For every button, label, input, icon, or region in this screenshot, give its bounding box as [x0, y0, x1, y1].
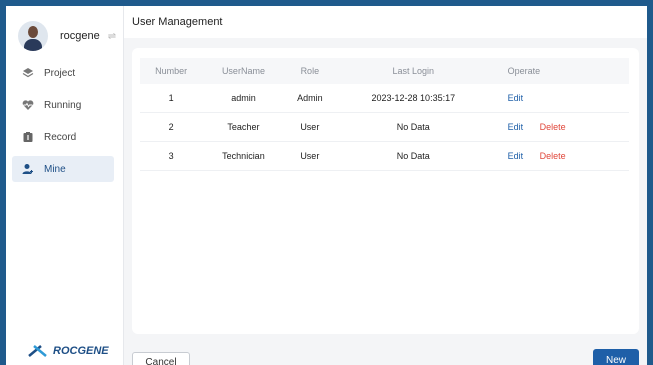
cell-last-login: No Data: [335, 112, 492, 142]
main-content: User Management Number UserName Role Las…: [124, 6, 647, 365]
user-table: Number UserName Role Last Login Operate …: [140, 58, 629, 171]
new-user-button[interactable]: New: [593, 349, 639, 365]
cell-operate: Edit Delete: [491, 141, 629, 171]
sidebar-item-project[interactable]: Project: [12, 60, 114, 86]
page-header: User Management: [124, 6, 647, 38]
sidebar-item-label: Running: [44, 99, 82, 111]
cell-username: Technician: [202, 141, 285, 171]
cell-last-login: No Data: [335, 141, 492, 171]
sidebar-item-label: Mine: [44, 163, 66, 175]
cell-role: Admin: [284, 84, 335, 113]
column-header-role: Role: [284, 58, 335, 84]
cell-number: 2: [140, 112, 203, 142]
edit-link[interactable]: Edit: [508, 93, 524, 103]
sidebar-nav: Project Running Record Mine: [12, 60, 114, 188]
cell-number: 1: [140, 84, 203, 113]
delete-link[interactable]: Delete: [540, 122, 566, 132]
sidebar-item-label: Project: [44, 67, 76, 79]
brand-logo: ROCGENE: [28, 344, 109, 358]
user-profile[interactable]: rocgene ⇌: [18, 20, 118, 52]
username-label: rocgene: [60, 30, 100, 42]
cell-operate: Edit Delete: [491, 112, 629, 142]
cell-username: Teacher: [202, 112, 285, 142]
table-header-row: Number UserName Role Last Login Operate: [140, 58, 629, 84]
logo-text: ROCGENE: [53, 345, 109, 357]
table-row: 3 Technician User No Data Edit Delete: [140, 141, 629, 171]
cell-operate: Edit: [491, 84, 629, 113]
user-table-card: Number UserName Role Last Login Operate …: [132, 48, 639, 334]
avatar: [18, 21, 48, 51]
delete-link[interactable]: Delete: [540, 151, 566, 161]
sidebar-item-label: Record: [44, 131, 77, 143]
column-header-number: Number: [140, 58, 203, 84]
sidebar-item-running[interactable]: Running: [12, 92, 114, 118]
app-window: rocgene ⇌ Project Running Record Mine RO…: [6, 6, 647, 365]
edit-link[interactable]: Edit: [508, 122, 524, 132]
table-row: 2 Teacher User No Data Edit Delete: [140, 112, 629, 142]
column-header-username: UserName: [202, 58, 285, 84]
cell-username: admin: [202, 84, 285, 113]
sidebar-item-mine[interactable]: Mine: [12, 156, 114, 182]
sidebar-item-record[interactable]: Record: [12, 124, 114, 150]
heartbeat-icon: [22, 99, 34, 111]
cell-last-login: 2023-12-28 10:35:17: [335, 84, 492, 113]
cell-role: User: [284, 112, 335, 142]
swap-icon[interactable]: ⇌: [108, 31, 116, 42]
table-row: 1 admin Admin 2023-12-28 10:35:17 Edit: [140, 84, 629, 113]
cell-role: User: [284, 141, 335, 171]
edit-link[interactable]: Edit: [508, 151, 524, 161]
sidebar: rocgene ⇌ Project Running Record Mine RO…: [6, 6, 124, 365]
cancel-button[interactable]: Cancel: [132, 352, 190, 365]
layers-icon: [22, 67, 34, 79]
column-header-last-login: Last Login: [335, 58, 492, 84]
cell-number: 3: [140, 141, 203, 171]
record-icon: [22, 131, 34, 143]
column-header-operate: Operate: [491, 58, 629, 84]
page-title: User Management: [132, 16, 223, 28]
user-icon: [22, 163, 34, 175]
logo-mark-icon: [28, 345, 47, 357]
